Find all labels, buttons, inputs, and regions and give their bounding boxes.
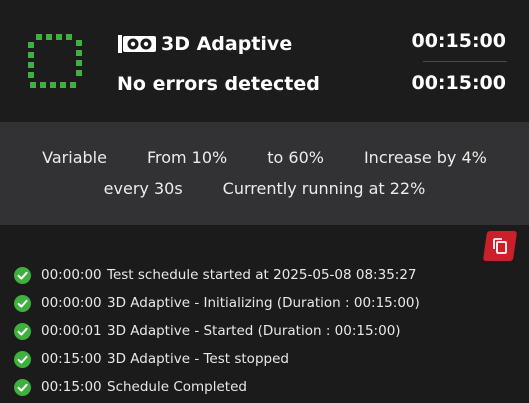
log-entry: 00:00:00 Test schedule started at 2025-0… <box>14 261 420 289</box>
event-log: 00:00:00 Test schedule started at 2025-0… <box>0 225 529 403</box>
load-increase: Increase by 4% <box>363 148 487 167</box>
dotted-square-green-icon <box>28 34 82 88</box>
log-entry: 00:00:00 3D Adaptive - Initializing (Dur… <box>14 289 420 317</box>
log-time: 00:15:00 <box>41 351 102 367</box>
check-circle-icon <box>14 378 31 396</box>
load-from: From 10% <box>146 148 228 167</box>
test-status-panel: 3D Adaptive No errors detected 00:15:00 … <box>0 0 529 403</box>
copy-icon <box>493 238 507 254</box>
timer-divider <box>423 61 507 62</box>
check-circle-icon <box>14 350 31 368</box>
check-circle-icon <box>14 322 31 340</box>
log-time: 00:00:01 <box>41 323 102 339</box>
settings-row-2: every 30s Currently running at 22% <box>0 179 529 198</box>
load-interval: every 30s <box>103 179 183 198</box>
total-timer: 00:15:00 <box>411 72 506 94</box>
log-time: 00:00:00 <box>41 267 102 283</box>
gpu-card-icon <box>118 35 156 53</box>
log-message: Schedule Completed <box>107 379 247 395</box>
load-settings: Variable From 10% to 60% Increase by 4% … <box>0 122 529 225</box>
check-circle-icon <box>14 294 31 312</box>
load-mode: Variable <box>42 148 107 167</box>
log-time: 00:15:00 <box>41 379 102 395</box>
log-time: 00:00:00 <box>41 295 102 311</box>
current-load: Currently running at 22% <box>222 179 426 198</box>
log-entry: 00:15:00 Schedule Completed <box>14 373 420 401</box>
log-entry: 00:00:01 3D Adaptive - Started (Duration… <box>14 317 420 345</box>
settings-row-1: Variable From 10% to 60% Increase by 4% <box>0 148 529 167</box>
load-to: to 60% <box>267 148 324 167</box>
log-message: 3D Adaptive - Test stopped <box>107 351 289 367</box>
log-message: 3D Adaptive - Started (Duration : 00:15:… <box>107 323 401 339</box>
log-list: 00:00:00 Test schedule started at 2025-0… <box>14 261 420 401</box>
test-title: 3D Adaptive <box>117 30 292 58</box>
elapsed-timer: 00:15:00 <box>411 30 506 52</box>
test-name: 3D Adaptive <box>161 33 293 55</box>
copy-log-button[interactable] <box>482 231 518 261</box>
log-entry: 00:15:00 3D Adaptive - Test stopped <box>14 345 420 373</box>
log-message: Test schedule started at 2025-05-08 08:3… <box>107 267 417 283</box>
log-message: 3D Adaptive - Initializing (Duration : 0… <box>107 295 420 311</box>
test-header: 3D Adaptive No errors detected 00:15:00 … <box>0 0 529 122</box>
status-message: No errors detected <box>117 73 320 95</box>
check-circle-icon <box>14 266 31 284</box>
